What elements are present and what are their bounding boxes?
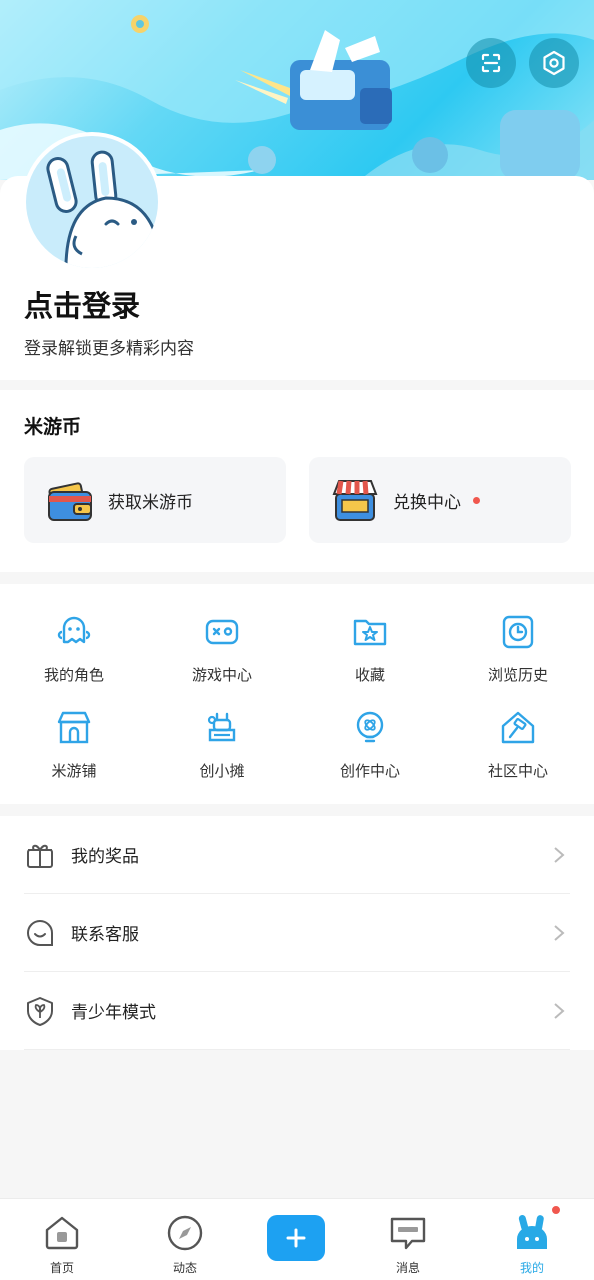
grid-item-mihoyo-shop[interactable]: 米游铺 <box>0 708 148 798</box>
list-item-label: 联系客服 <box>71 925 139 945</box>
history-clock-icon <box>502 615 534 649</box>
bottom-tab-bar: 首页 动态 消息 我的 <box>0 1198 594 1280</box>
get-coins-card[interactable]: 获取米游币 <box>24 457 286 543</box>
grid-item-label: 创作中心 <box>339 762 400 780</box>
list-item-my-prizes[interactable]: 我的奖品 <box>24 816 570 894</box>
home-icon <box>45 1216 79 1250</box>
compass-icon <box>167 1215 203 1251</box>
creator-bulb-icon <box>356 711 384 743</box>
section-title: 米游币 <box>24 416 82 438</box>
settings-button[interactable] <box>529 38 579 88</box>
youth-shield-icon <box>27 996 53 1026</box>
tab-mine[interactable]: 我的 <box>482 1199 582 1280</box>
list-item-customer-service[interactable]: 联系客服 <box>24 894 570 972</box>
grid-item-label: 米游铺 <box>51 762 97 780</box>
tab-feed[interactable]: 动态 <box>135 1199 235 1280</box>
tab-home[interactable]: 首页 <box>12 1199 112 1280</box>
exchange-center-card[interactable]: 兑换中心 <box>309 457 571 543</box>
get-coins-label: 获取米游币 <box>108 492 193 513</box>
shop-icon <box>57 711 91 744</box>
tab-notification-dot <box>551 1205 561 1215</box>
tab-label: 首页 <box>49 1261 74 1275</box>
grid-item-label: 游戏中心 <box>191 666 252 684</box>
grid-item-label: 创小摊 <box>199 762 245 780</box>
tab-label: 消息 <box>395 1261 420 1275</box>
tab-label: 我的 <box>519 1261 544 1275</box>
mihoyo-coin-section: 米游币 获取米游币 兑换中心 <box>0 390 594 572</box>
tab-messages[interactable]: 消息 <box>358 1199 458 1280</box>
grid-item-creator-center[interactable]: 创作中心 <box>296 708 444 798</box>
login-title[interactable]: 点击登录 <box>24 283 140 325</box>
plus-icon <box>286 1228 306 1248</box>
grid-item-browse-history[interactable]: 浏览历史 <box>444 612 592 702</box>
exchange-center-label: 兑换中心 <box>393 492 461 513</box>
grid-item-label: 社区中心 <box>487 762 548 780</box>
customer-service-icon <box>27 919 53 946</box>
create-post-button[interactable] <box>267 1215 325 1261</box>
store-icon <box>332 480 378 521</box>
favorite-folder-icon <box>353 619 387 646</box>
login-subtitle: 登录解锁更多精彩内容 <box>24 339 194 359</box>
list-item-youth-mode[interactable]: 青少年模式 <box>24 972 570 1050</box>
list-item-label: 青少年模式 <box>71 1003 156 1023</box>
gear-icon <box>543 50 565 76</box>
notification-dot <box>473 496 480 504</box>
gift-icon <box>27 844 53 868</box>
gamepad-icon <box>205 619 239 645</box>
scan-icon <box>481 53 501 73</box>
chevron-right-icon <box>554 924 565 941</box>
community-hammer-icon <box>501 711 535 744</box>
chevron-right-icon <box>554 846 565 863</box>
grid-item-label: 收藏 <box>354 666 385 684</box>
grid-item-favorites[interactable]: 收藏 <box>296 612 444 702</box>
settings-list: 我的奖品 联系客服 青少年模式 <box>0 816 594 1050</box>
default-avatar-rabbit-icon <box>46 150 158 268</box>
tab-label: 动态 <box>172 1261 197 1275</box>
wallet-icon <box>48 482 92 521</box>
grid-item-label: 浏览历史 <box>487 666 548 684</box>
mine-rabbit-icon <box>517 1215 547 1249</box>
grid-item-my-characters[interactable]: 我的角色 <box>0 612 148 702</box>
grid-item-stall[interactable]: 创小摊 <box>148 708 296 798</box>
avatar[interactable] <box>22 132 162 272</box>
list-item-label: 我的奖品 <box>71 847 139 867</box>
chevron-right-icon <box>554 1002 565 1019</box>
message-icon <box>390 1217 426 1250</box>
stall-icon <box>207 712 236 742</box>
feature-grid: 我的角色 游戏中心 收藏 浏览历史 米游铺 创小摊 创作中心 社区中心 <box>0 584 594 804</box>
grid-item-community-center[interactable]: 社区中心 <box>444 708 592 798</box>
grid-item-label: 我的角色 <box>43 666 104 684</box>
character-icon <box>57 616 91 644</box>
scan-button[interactable] <box>466 38 516 88</box>
grid-item-game-center[interactable]: 游戏中心 <box>148 612 296 702</box>
